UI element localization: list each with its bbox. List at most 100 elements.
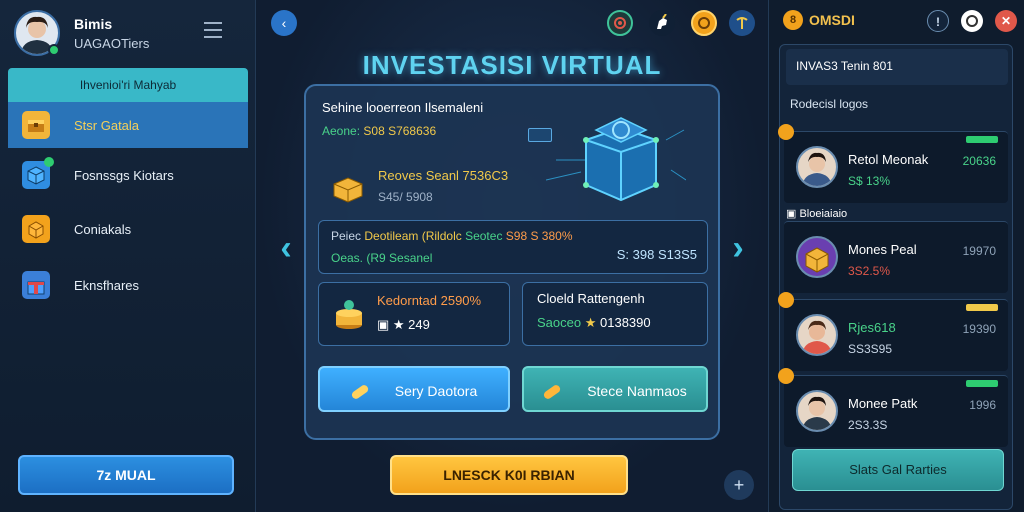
stat-card-return: Kedorntad 2590% ▣ ★ 249 (318, 282, 510, 346)
menu-icon[interactable] (204, 22, 222, 40)
leaderboard-bottom-button[interactable]: Slats Gal Rarties (792, 449, 1004, 491)
leader-percent: SS3S95 (848, 342, 893, 356)
leader-percent: 2S3.3S (848, 418, 888, 432)
next-arrow-icon[interactable]: › (723, 228, 753, 268)
leader-score: 19970 (962, 244, 996, 258)
leader-score: 19390 (962, 322, 996, 336)
detail-line2: Oeas. (R9 Sesanel (331, 251, 433, 265)
unicorn-icon[interactable] (649, 10, 675, 36)
sidebar-header: Ihvenioi'ri Mahyab (8, 68, 248, 102)
leaderboard-panel: 8 OMSDI ! ✕ INVAS3 Tenin 801 Rodecisl lo… (768, 0, 1024, 512)
leader-score: 1996 (969, 398, 996, 412)
gold-block-icon (333, 177, 363, 203)
stat-a-number: 249 (408, 317, 430, 332)
stat-a-title: Kedorntad 2590% (377, 293, 482, 308)
tag-badge (966, 380, 998, 387)
detail-line1: Peiec Deotileam (Rildolc Seotec S98 S 38… (331, 229, 573, 243)
leader-card[interactable]: Mones Peal 3S2.5% 19970 (784, 221, 1008, 293)
sidebar-item-label: Coniakals (74, 221, 132, 237)
detail-box: Peiec Deotileam (Rildolc Seotec S98 S 38… (318, 220, 708, 274)
leaderboard-topbar: 8 OMSDI ! ✕ (783, 8, 1017, 36)
coin-icon: 8 (783, 10, 803, 30)
avatar (796, 314, 838, 356)
leader-name: Retol Meonak (848, 152, 929, 167)
leaderboard-subtitle: Rodecisl logos (790, 97, 869, 111)
action-button-a-label: Sery Daotora (394, 383, 478, 399)
plus-icon[interactable]: + (724, 470, 754, 500)
stat-card-cloud: Cloeld Rattengenh Saoceo ★ 0138390 (522, 282, 708, 346)
box-icon (22, 215, 50, 243)
action-button-b-label: Stece Nanmaos (587, 383, 687, 399)
panel-sub-value: S08 S768636 (363, 124, 437, 138)
detail-part-value: S98 S 380% (505, 229, 573, 243)
detail-part-label: Peiec (331, 229, 362, 243)
detail-right-value: S: 398 S13S5 (616, 247, 697, 262)
sidebar-item-coniakals[interactable]: Coniakals (8, 206, 248, 252)
leader-name: Rjes618 (848, 320, 896, 335)
action-button-b[interactable]: Stece Nanmaos (522, 366, 708, 412)
panel-sub-label: Aeone: (322, 124, 361, 138)
panel-heading: Sehine looerreon Ilsemaleni (322, 100, 484, 115)
sidebar-item-label: Eknsfhares (74, 277, 140, 293)
leader-card[interactable]: Monee Patk 2S3.3S 1996 (778, 368, 1008, 447)
leaderboard-box: INVAS3 Tenin 801 Rodecisl logos Retol Me… (778, 44, 1013, 510)
avatar (796, 146, 838, 188)
stat-b-line: Saoceo ★ 0138390 (537, 315, 651, 330)
section-label: ▣ Bloeiaiaio (786, 208, 848, 220)
leader-name: Mones Peal (848, 242, 917, 257)
profile-subtitle: UAGAOTiers (74, 36, 150, 51)
pill-icon (542, 383, 562, 401)
avatar (796, 236, 838, 278)
leaderboard-label: OMSDI (809, 12, 855, 28)
stat-b-label: Saoceo (537, 315, 582, 330)
leader-percent: S$ 13% (848, 174, 891, 188)
stat-b-title: Cloeld Rattengenh (537, 291, 645, 306)
left-sidebar: Bimis UAGAOTiers Ihvenioi'ri Mahyab Stsr… (0, 0, 256, 512)
stat-b-value: 0138390 (600, 315, 651, 330)
target-icon[interactable] (607, 10, 633, 36)
tag-badge (966, 304, 998, 311)
sidebar-item-label: Stsr Gatala (74, 117, 140, 133)
avatar (796, 390, 838, 432)
leader-card[interactable]: Rjes618 SS3S95 19390 (778, 292, 1008, 371)
medal-icon (778, 292, 794, 308)
sidebar-item-label: Fosnssgs Kiotars (74, 167, 174, 183)
hologram-chest-icon (546, 117, 686, 202)
sidebar-bottom-button[interactable]: 7z MUAL (18, 455, 234, 495)
sidebar-item-eknsfhares[interactable]: Eknsfhares (8, 262, 248, 308)
info-icon[interactable]: ! (927, 10, 949, 32)
coin-icon[interactable] (691, 10, 717, 36)
close-icon[interactable]: ✕ (995, 10, 1017, 32)
panel-subline: Aeone: S08 S768636 (322, 124, 436, 138)
leader-score: 20636 (962, 154, 996, 168)
leader-percent: 3S2.5% (848, 264, 891, 278)
leader-name: Monee Patk (848, 396, 918, 411)
asset-value: S45/ 5908 (378, 190, 433, 204)
sidebar-item-fosnssgs-kiotars[interactable]: Fosnssgs Kiotars (8, 152, 248, 198)
investment-panel: Sehine looerreon Ilsemaleni Aeone: S08 S… (304, 84, 720, 440)
detail-part-sector: Seotec (465, 229, 506, 243)
cube-icon (22, 157, 54, 189)
stat-a-value: ▣ ★ 249 (377, 317, 430, 332)
online-indicator (48, 44, 60, 56)
coin-stack-icon (336, 300, 362, 329)
leader-card[interactable]: Retol Meonak S$ 13% 20636 (778, 124, 1008, 203)
section-label-text: Bloeiaiaio (799, 208, 848, 220)
page-title: INVESTASISI VIRTUAL (362, 50, 662, 80)
action-button-a[interactable]: Sery Daotora (318, 366, 510, 412)
pill-icon (350, 383, 370, 401)
chest-icon (22, 111, 50, 139)
back-button[interactable]: ‹ (271, 10, 297, 36)
gift-icon (22, 271, 50, 299)
sidebar-item-star-gatala[interactable]: Stsr Gatala (8, 102, 248, 148)
medal-icon (778, 368, 794, 384)
main-content: ‹ INVESTASISI VIRTUAL ‹ › Sehine looerre… (257, 0, 767, 512)
prev-arrow-icon[interactable]: ‹ (271, 228, 301, 268)
record-icon[interactable] (961, 10, 983, 32)
pickaxe-icon[interactable] (729, 10, 755, 36)
primary-cta-button[interactable]: LNESCK K0I RBIAN (390, 455, 628, 495)
profile-name: Bimis (74, 16, 113, 32)
profile-block: Bimis UAGAOTiers (14, 10, 244, 58)
detail-part-title: Deotileam (Rildolc (364, 229, 466, 243)
leaderboard-title: INVAS3 Tenin 801 (786, 49, 1008, 85)
